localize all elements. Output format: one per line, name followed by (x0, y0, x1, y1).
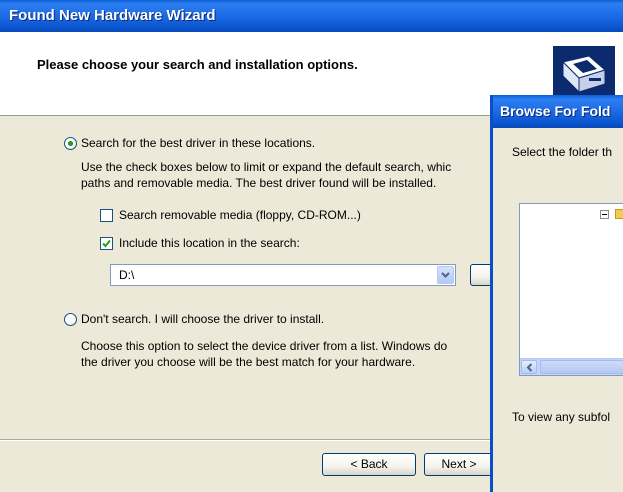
next-button[interactable]: Next > (424, 453, 494, 476)
checkmark-icon (102, 239, 111, 248)
browse-dialog-hint: To view any subfol (512, 410, 611, 424)
removable-media-label[interactable]: Search removable media (floppy, CD-ROM..… (119, 208, 361, 222)
folder-tree[interactable] (519, 203, 623, 376)
horizontal-scrollbar[interactable] (520, 358, 623, 375)
search-radio-label[interactable]: Search for the best driver in these loca… (81, 136, 315, 150)
browse-dialog-title-bar[interactable]: Browse For Fold (493, 95, 623, 128)
dont-search-radio-label[interactable]: Don't search. I will choose the driver t… (81, 312, 324, 326)
dont-search-description-line1: Choose this option to select the device … (81, 339, 448, 353)
location-combobox[interactable]: D:\ (110, 264, 456, 286)
browse-for-folder-dialog: Browse For Fold Select the folder th To … (490, 95, 623, 492)
location-value[interactable]: D:\ (119, 268, 134, 282)
browse-dialog-title: Browse For Fold (500, 103, 611, 119)
chevron-left-icon (526, 363, 533, 372)
tree-collapse-icon[interactable] (600, 210, 609, 219)
next-button-label: Next > (441, 457, 477, 471)
search-description-line1: Use the check boxes below to limit or ex… (81, 160, 452, 174)
scrollbar-thumb[interactable] (540, 360, 623, 374)
wizard-title: Found New Hardware Wizard (9, 7, 216, 24)
browse-dialog-prompt: Select the folder th (512, 145, 613, 159)
scroll-left-button[interactable] (521, 360, 537, 374)
folder-icon[interactable] (615, 209, 623, 219)
dont-search-radio[interactable] (64, 313, 77, 326)
search-radio[interactable] (64, 137, 77, 150)
removable-media-checkbox[interactable] (100, 209, 113, 222)
search-description-line2: paths and removable media. The best driv… (81, 176, 437, 190)
include-location-label[interactable]: Include this location in the search: (119, 236, 300, 250)
back-button[interactable]: < Back (322, 453, 416, 476)
back-button-label: < Back (350, 457, 388, 471)
wizard-header-title: Please choose your search and installati… (37, 57, 358, 72)
combobox-dropdown-button[interactable] (437, 266, 454, 284)
chevron-down-icon (441, 272, 450, 278)
dont-search-description-line2: the driver you choose will be the best m… (81, 355, 416, 369)
include-location-checkbox[interactable] (100, 237, 113, 250)
wizard-title-bar[interactable]: Found New Hardware Wizard (0, 0, 623, 32)
